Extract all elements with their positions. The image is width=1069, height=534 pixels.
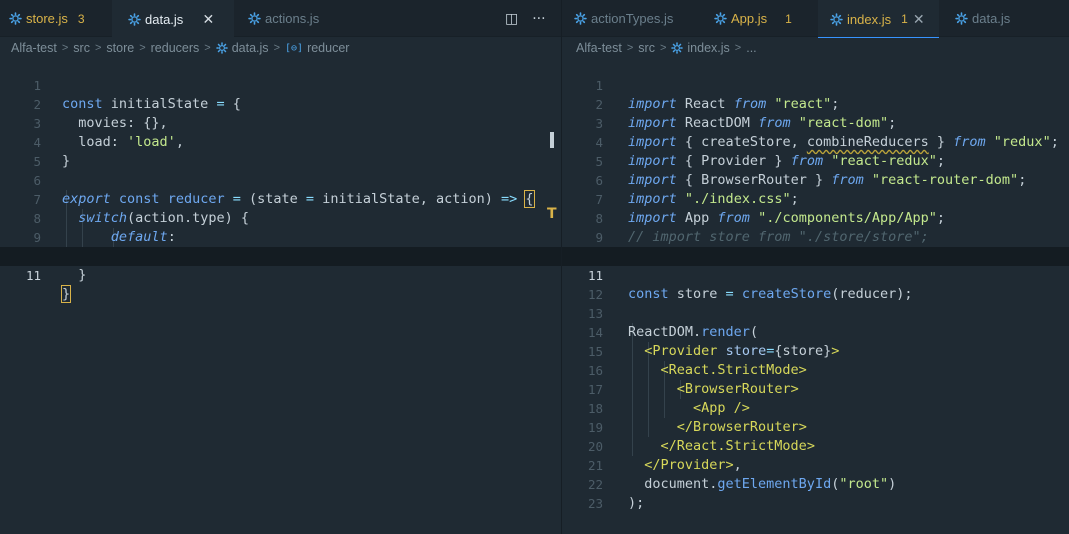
code-line: 5 xyxy=(0,133,561,169)
code-line: 6 import "./index.css"; xyxy=(562,152,1069,207)
code-line: 6 export const reducer = (state = initia… xyxy=(0,152,561,208)
code-line: 17 <App /> xyxy=(562,361,1069,416)
minimap-slider[interactable] xyxy=(550,132,554,148)
tab-data-js[interactable]: data.js ✕ xyxy=(112,0,234,38)
tab-data-js[interactable]: data.js xyxy=(939,0,1019,37)
gear-icon xyxy=(671,42,683,54)
line-code: ); xyxy=(628,495,645,511)
gear-icon xyxy=(714,12,727,25)
code-line: 1 import React from "react"; xyxy=(562,57,1069,112)
tab-label: data.js xyxy=(145,11,184,27)
code-line: 8 default: xyxy=(0,190,561,245)
code-line: 12 xyxy=(562,266,1069,302)
code-line: 18 </BrowserRouter> xyxy=(562,380,1069,435)
code-line: 19 </React.StrictMode> xyxy=(562,399,1069,454)
chevron-right-icon: > xyxy=(204,42,211,54)
tab-actions-js[interactable]: actions.js xyxy=(234,0,344,37)
code-line: 9 import {reducer} from "./store/reducer… xyxy=(562,209,1069,264)
code-line: 3 load: 'load', xyxy=(0,95,561,150)
code-line: 4 } xyxy=(0,114,561,169)
chevron-right-icon: > xyxy=(139,42,146,54)
minimap-marker: T xyxy=(547,206,557,222)
split-editor-icon[interactable]: ◫ xyxy=(505,11,518,27)
breadcrumb-item[interactable]: src xyxy=(73,41,90,55)
breadcrumb-item[interactable]: Alfa-test xyxy=(576,41,622,55)
tab-label: actions.js xyxy=(265,11,320,26)
code-line: 21 document.getElementById("root") xyxy=(562,437,1069,492)
code-line: 9 return state; xyxy=(0,209,561,264)
right-editor-group: actionTypes.js App.js 1 index.js 1 ✕ dat… xyxy=(562,0,1069,534)
chevron-right-icon: > xyxy=(626,42,634,54)
close-icon[interactable]: ✕ xyxy=(201,11,215,28)
line-code: } xyxy=(60,285,72,303)
breadcrumb: Alfa-test > src > index.js > ... xyxy=(562,38,1069,58)
code-line: 10 } xyxy=(0,228,561,283)
breadcrumb-item[interactable]: ... xyxy=(746,41,756,55)
right-tab-bar: actionTypes.js App.js 1 index.js 1 ✕ dat… xyxy=(562,0,1069,38)
breadcrumb-item[interactable]: reducers xyxy=(151,41,200,55)
line-number: 11 xyxy=(25,268,41,283)
problem-count-badge: 1 xyxy=(785,11,792,26)
chevron-right-icon: > xyxy=(734,42,742,54)
tab-actiontypes-js[interactable]: actionTypes.js xyxy=(562,0,692,37)
gear-icon xyxy=(128,13,141,26)
breadcrumb-item[interactable]: store xyxy=(106,41,134,55)
gear-icon xyxy=(216,42,228,54)
line-code: } xyxy=(62,267,87,283)
breadcrumb-item[interactable]: Alfa-test xyxy=(11,41,57,55)
tab-label: App.js xyxy=(731,11,768,26)
chevron-right-icon: > xyxy=(659,42,667,54)
tab-label: index.js xyxy=(847,11,892,27)
line-number: 23 xyxy=(587,496,603,511)
code-editor-left[interactable]: 1 const initialState = { 2 movies: {}, 3… xyxy=(0,57,561,534)
code-line-current: 11 } xyxy=(0,247,561,303)
breadcrumb: Alfa-test > src > store > reducers > data.js… xyxy=(0,38,561,58)
left-editor-group: store.js 3 data.js ✕ actions.js ◫ ··· Al… xyxy=(0,0,561,534)
code-line: 7 import App from "./components/App/App"… xyxy=(562,171,1069,226)
gear-icon xyxy=(574,12,587,25)
code-line: 3 import { createStore, combineReducers … xyxy=(562,95,1069,150)
chevron-right-icon: > xyxy=(61,42,69,54)
editor-actions: ◫ ··· xyxy=(505,0,546,37)
tab-label: data.js xyxy=(972,11,1011,26)
tab-label: store.js xyxy=(26,11,68,26)
gear-icon xyxy=(248,12,261,25)
code-line: 10 xyxy=(562,228,1069,264)
chevron-right-icon: > xyxy=(273,42,280,54)
code-line: 23 xyxy=(562,475,1069,511)
code-line: 2 import ReactDOM from "react-dom"; xyxy=(562,76,1069,131)
code-line-current: 11 const store = createStore(reducer); xyxy=(562,247,1069,302)
gear-icon xyxy=(9,12,22,25)
tab-store-js[interactable]: store.js 3 xyxy=(0,0,112,37)
gear-icon xyxy=(830,13,843,26)
code-line: 7 switch(action.type) { xyxy=(0,171,561,226)
code-line: 8 // import store from "./store/store"; xyxy=(562,190,1069,245)
left-tab-bar: store.js 3 data.js ✕ actions.js ◫ ··· xyxy=(0,0,561,38)
problem-count-badge: 1 xyxy=(901,12,908,26)
symbol-variable-icon: [⊖] xyxy=(285,42,304,54)
breadcrumb-item[interactable]: src xyxy=(638,41,655,55)
chevron-right-icon: > xyxy=(94,42,102,54)
breadcrumb-item[interactable]: index.js xyxy=(687,41,729,55)
code-line: 1 const initialState = { xyxy=(0,57,561,112)
breadcrumb-item[interactable]: reducer xyxy=(307,41,349,55)
problem-count-badge: 3 xyxy=(77,11,85,26)
code-line: 20 </Provider>, xyxy=(562,418,1069,473)
code-line: 13 ReactDOM.render( xyxy=(562,285,1069,340)
code-line: 16 <BrowserRouter> xyxy=(562,342,1069,397)
code-line: 14 <Provider store={store}> xyxy=(562,304,1069,359)
code-line: 4 import { Provider } from "react-redux"… xyxy=(562,114,1069,169)
code-line: 22 ); xyxy=(562,456,1069,511)
code-line: 15 <React.StrictMode> xyxy=(562,323,1069,378)
tab-label: actionTypes.js xyxy=(591,11,674,26)
tab-app-js[interactable]: App.js 1 xyxy=(692,0,818,37)
close-icon[interactable]: ✕ xyxy=(912,11,926,28)
code-editor-right[interactable]: 1 import React from "react"; 2 import Re… xyxy=(562,57,1069,534)
code-line: 2 movies: {}, xyxy=(0,76,561,131)
more-actions-icon[interactable]: ··· xyxy=(532,11,545,27)
gear-icon xyxy=(955,12,968,25)
code-line: 5 import { BrowserRouter } from "react-r… xyxy=(562,133,1069,188)
tab-index-js[interactable]: index.js 1 ✕ xyxy=(818,0,939,38)
breadcrumb-item[interactable]: data.js xyxy=(232,41,269,55)
